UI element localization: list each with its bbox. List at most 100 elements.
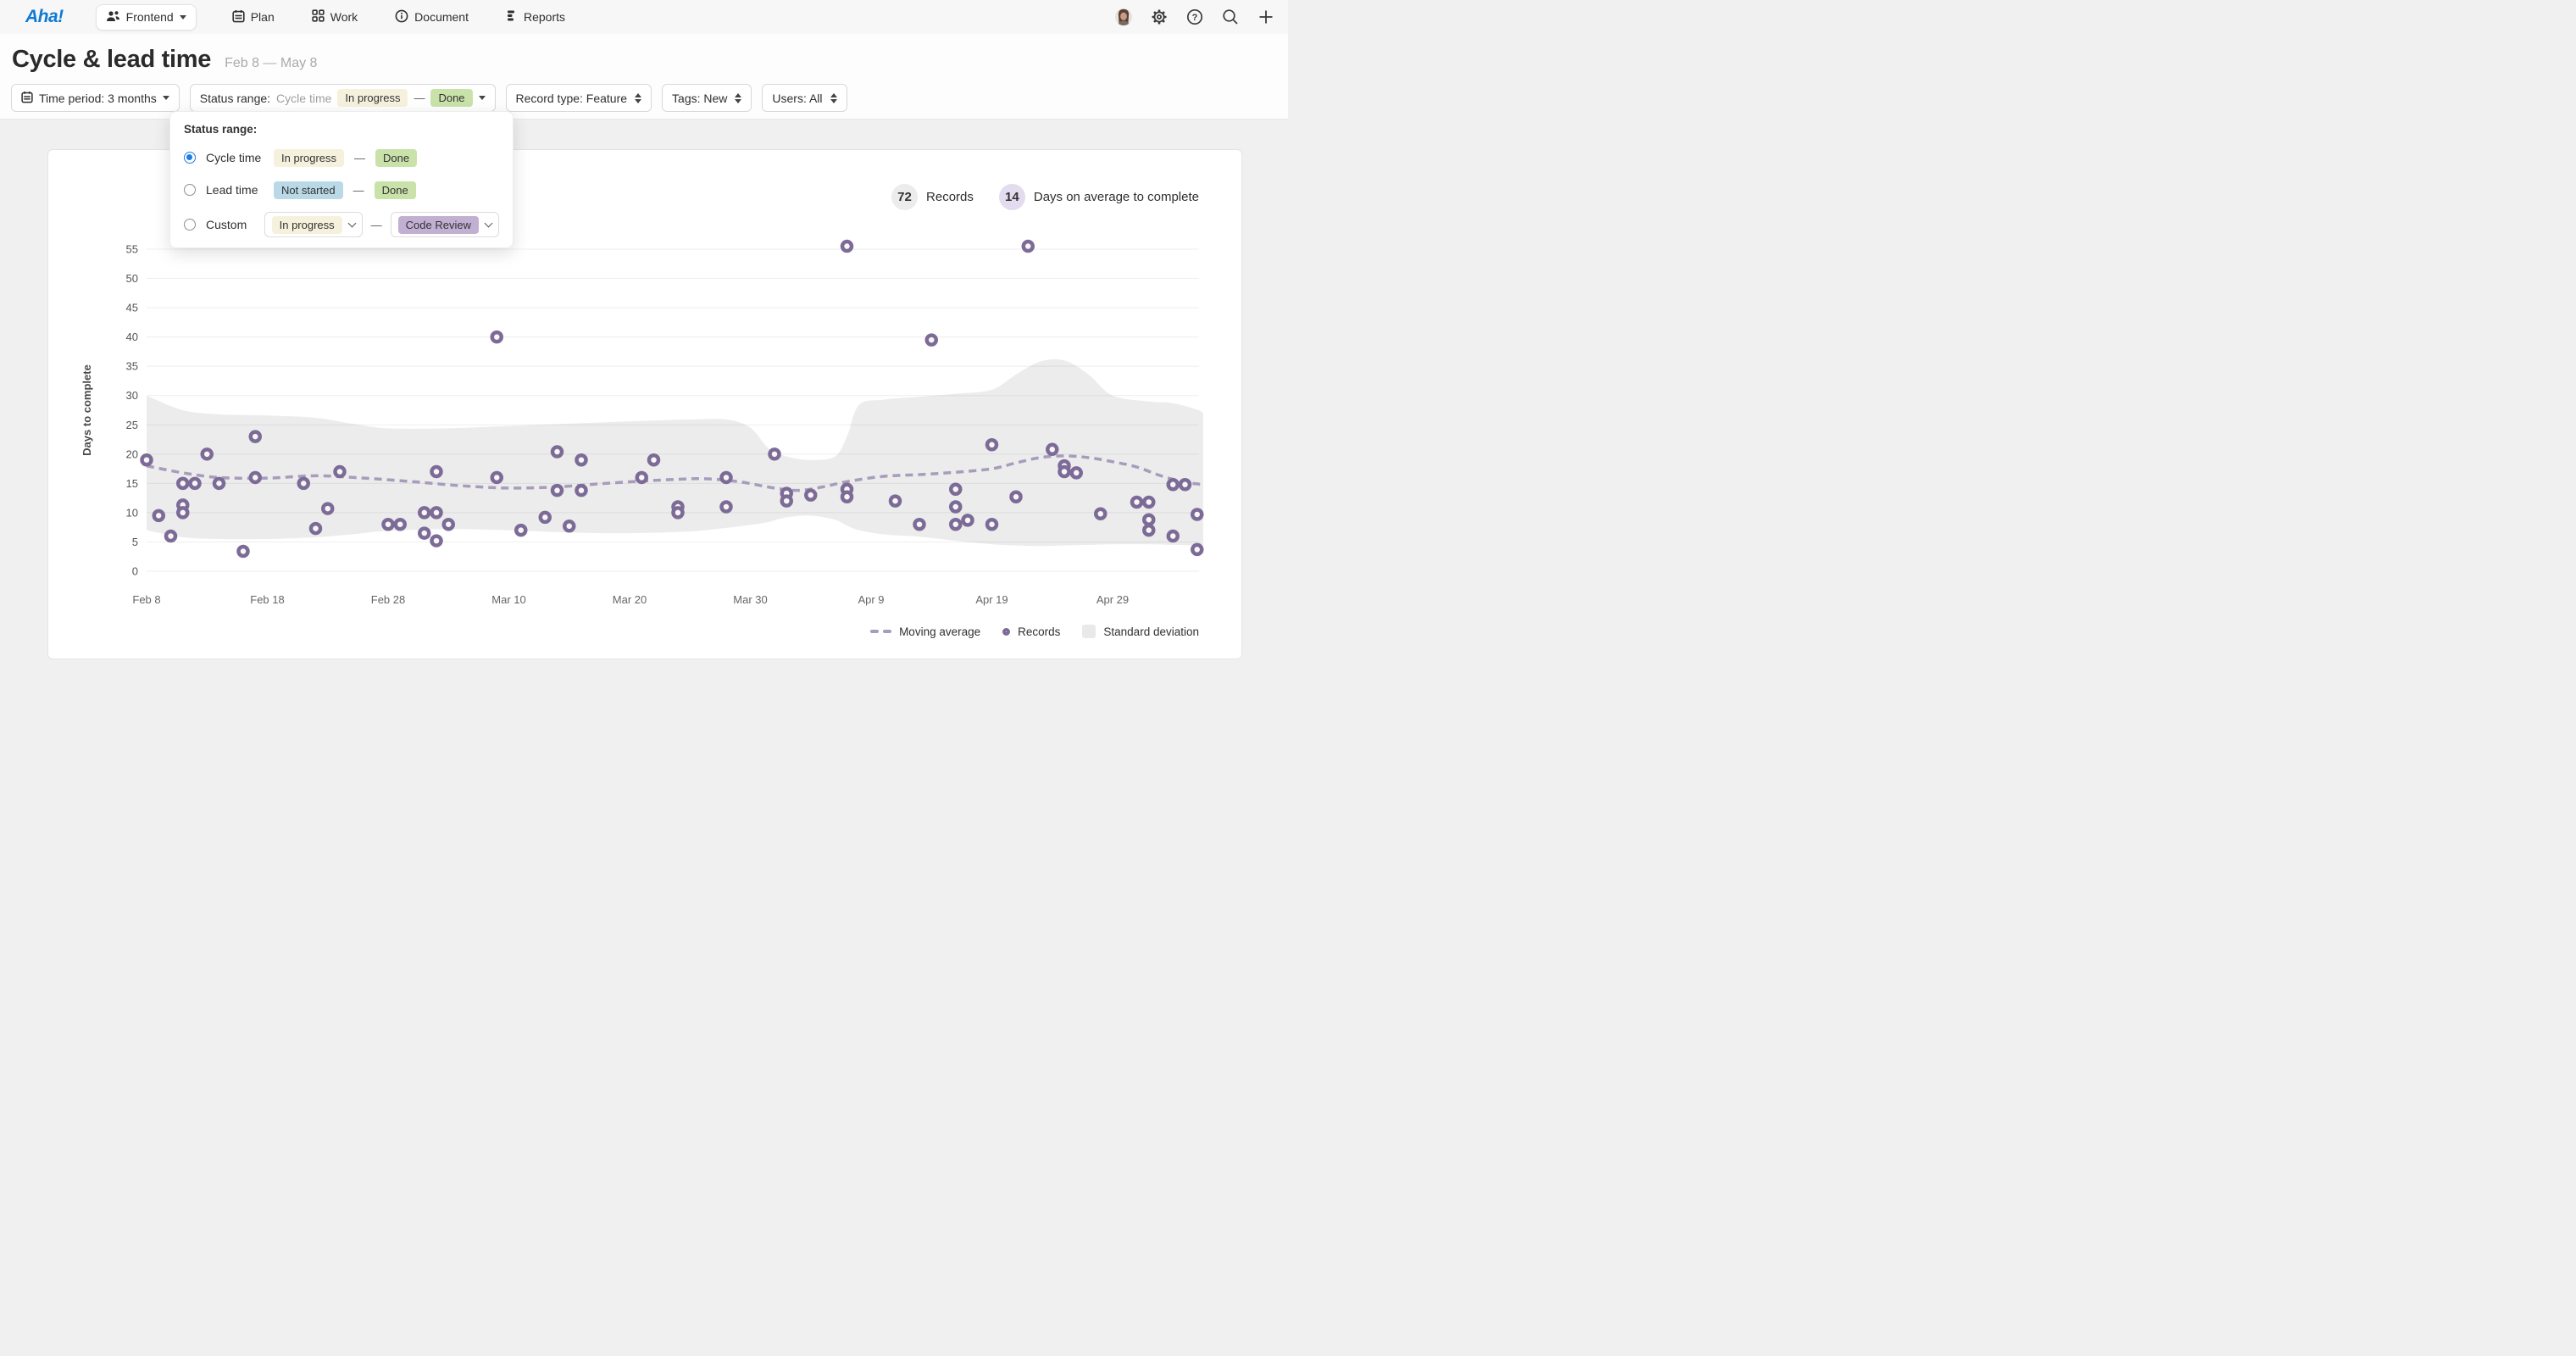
record-point[interactable] [1169,480,1178,489]
option-cycle-time[interactable]: Cycle time In progress — Done [184,147,499,168]
record-point[interactable] [299,479,308,488]
record-point[interactable] [1060,467,1069,476]
range-separator: — [354,152,365,164]
record-point[interactable] [577,455,586,464]
nav-plan[interactable]: Plan [232,9,275,25]
search-icon[interactable] [1222,8,1239,25]
users-filter[interactable]: Users: All [762,84,847,112]
record-point[interactable] [251,432,260,442]
record-point[interactable] [142,455,152,464]
record-point[interactable] [492,473,502,482]
record-point[interactable] [552,447,562,457]
record-point[interactable] [203,449,212,458]
record-point[interactable] [444,520,453,529]
record-point[interactable] [384,520,393,529]
record-type-filter[interactable]: Record type: Feature [506,84,652,112]
record-point[interactable] [1024,242,1033,251]
record-point[interactable] [552,486,562,495]
aha-logo[interactable]: Aha! [25,7,64,27]
record-point[interactable] [674,508,683,517]
record-point[interactable] [637,473,647,482]
record-point[interactable] [251,473,260,482]
option-custom[interactable]: Custom In progress — Code Review [184,214,499,235]
record-point[interactable] [1096,509,1105,519]
record-point[interactable] [1192,509,1202,519]
record-point[interactable] [336,467,345,476]
record-point[interactable] [311,524,320,533]
radio-icon[interactable] [184,219,196,231]
record-point[interactable] [722,503,731,512]
x-tick-label: Mar 10 [491,593,525,606]
record-point[interactable] [951,503,960,512]
record-point[interactable] [432,467,441,476]
record-point[interactable] [987,520,997,529]
record-point[interactable] [1180,480,1190,489]
band-swatch-icon [1082,625,1096,638]
option-lead-time[interactable]: Lead time Not started — Done [184,180,499,200]
add-plus-icon[interactable] [1257,8,1274,25]
record-point[interactable] [166,531,175,541]
settings-gear-icon[interactable] [1151,8,1168,25]
record-point[interactable] [1192,545,1202,554]
record-point[interactable] [323,504,332,514]
record-point[interactable] [191,479,200,488]
record-point[interactable] [492,332,502,342]
radio-selected-icon[interactable] [184,152,196,164]
record-point[interactable] [239,547,248,556]
nav-work[interactable]: Work [312,9,358,25]
record-point[interactable] [770,449,780,458]
help-icon[interactable]: ? [1186,8,1203,25]
record-point[interactable] [951,520,960,529]
record-point[interactable] [516,525,525,535]
range-separator: — [414,92,425,104]
record-point[interactable] [722,473,731,482]
record-point[interactable] [987,440,997,449]
record-point[interactable] [842,242,852,251]
record-point[interactable] [915,520,924,529]
record-point[interactable] [1169,531,1178,541]
record-point[interactable] [419,529,429,538]
record-point[interactable] [806,491,815,500]
status-range-filter[interactable]: Status range: Cycle time In progress — D… [190,84,496,112]
y-tick-label: 45 [126,302,138,314]
record-point[interactable] [214,479,224,488]
workspace-switcher[interactable]: Frontend [96,4,197,31]
record-point[interactable] [541,513,550,522]
custom-to-select[interactable]: Code Review [391,212,499,237]
record-point[interactable] [649,455,658,464]
custom-from-select[interactable]: In progress [264,212,363,237]
record-point[interactable] [951,485,960,494]
record-point[interactable] [432,536,441,546]
record-point[interactable] [927,336,936,345]
record-point[interactable] [432,508,441,517]
time-period-filter[interactable]: Time period: 3 months [11,84,180,112]
tags-filter[interactable]: Tags: New [662,84,752,112]
nav-document[interactable]: Document [395,9,469,25]
record-point[interactable] [419,508,429,517]
record-point[interactable] [1132,497,1141,507]
record-point[interactable] [154,511,164,520]
record-point[interactable] [1072,468,1081,477]
record-point[interactable] [1144,515,1153,525]
record-point[interactable] [963,515,973,525]
record-point[interactable] [842,492,852,502]
record-point[interactable] [1047,445,1057,454]
record-point[interactable] [1144,497,1153,507]
record-point[interactable] [564,521,574,531]
chevron-down-icon [485,220,493,228]
record-point[interactable] [178,508,187,517]
avatar[interactable] [1115,8,1132,25]
record-point[interactable] [891,497,900,506]
record-point[interactable] [178,479,187,488]
radio-icon[interactable] [184,184,196,196]
record-point[interactable] [1144,525,1153,535]
range-separator: — [353,184,364,197]
record-point[interactable] [1012,492,1021,502]
record-type-label: Record type: Feature [516,92,628,105]
to-badge: Done [375,181,416,199]
record-point[interactable] [577,486,586,495]
nav-reports[interactable]: Reports [506,9,565,25]
option-label: Cycle time [206,151,274,164]
record-point[interactable] [782,497,791,506]
record-point[interactable] [396,520,405,529]
